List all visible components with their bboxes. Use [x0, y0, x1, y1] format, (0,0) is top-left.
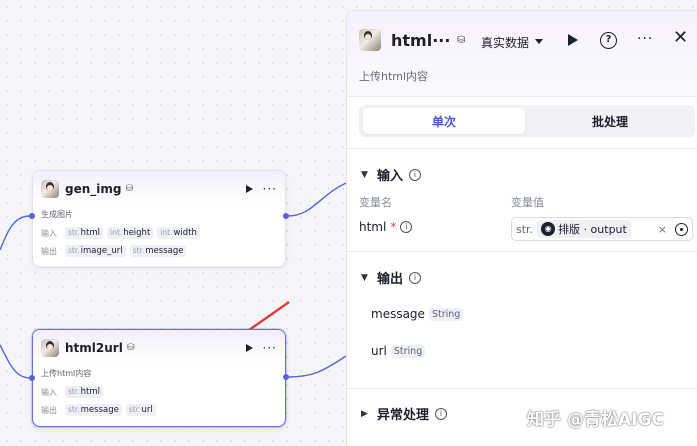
- play-icon[interactable]: [245, 185, 253, 193]
- input-port[interactable]: [29, 375, 35, 381]
- info-icon[interactable]: i: [409, 271, 422, 284]
- panel-title[interactable]: html···: [391, 31, 450, 50]
- avatar-icon: [41, 339, 59, 357]
- node-header: html2url ⛁ ···: [33, 330, 285, 366]
- chevron-right-icon: ▶: [361, 408, 368, 419]
- variable-value-field[interactable]: str. ◉ 排版 · output ×: [511, 217, 693, 241]
- input-section-header[interactable]: ▼ 输入 i: [361, 165, 422, 184]
- node-inputs: 输入 str.html: [33, 383, 285, 401]
- watermark-site: 知乎: [527, 410, 561, 430]
- inputs-label: 输入: [41, 387, 57, 397]
- node-html2url[interactable]: html2url ⛁ ··· 上传html内容 输入 str.html 输出 s…: [32, 329, 286, 427]
- section-title: 输入: [377, 169, 404, 184]
- play-icon[interactable]: [245, 344, 253, 352]
- input-chip: str.html: [65, 386, 104, 398]
- wire-left-html2url: [0, 344, 31, 379]
- outputs-label: 输出: [41, 405, 57, 415]
- input-port[interactable]: [29, 213, 35, 219]
- node-outputs: 输出 str.image_url str.message: [33, 242, 285, 260]
- close-icon[interactable]: ✕: [673, 29, 688, 47]
- panel-subtitle: 上传html内容: [359, 70, 429, 83]
- run-mode-tabs: 单次 批处理: [359, 105, 695, 137]
- output-chip: str.message: [129, 245, 187, 257]
- type-badge: String: [390, 344, 426, 358]
- input-chip: str.html: [65, 227, 104, 239]
- divider: [347, 148, 697, 149]
- info-icon[interactable]: i: [435, 407, 448, 420]
- more-icon[interactable]: ···: [263, 342, 277, 354]
- node-inputs: 输入 str.html int.height int.width: [33, 224, 285, 242]
- avatar-icon: [359, 29, 381, 51]
- output-item: message String: [371, 307, 464, 321]
- outputs-label: 输出: [41, 246, 57, 256]
- play-icon[interactable]: [568, 34, 578, 46]
- node-gen-img[interactable]: gen_img ⛁ ··· 生成图片 输入 str.html int.heigh…: [32, 170, 286, 267]
- divider: [347, 388, 697, 389]
- node-ref-icon: ◉: [541, 222, 556, 236]
- database-icon: ⛁: [457, 35, 466, 46]
- node-detail-panel: html··· ⛁ 真实数据 ? ··· ✕ 上传html内容 单次 批处理 ▼…: [346, 10, 697, 446]
- chevron-down-icon: ▼: [361, 169, 368, 180]
- type-badge: String: [428, 307, 464, 321]
- required-mark: *: [390, 220, 397, 234]
- input-chip: int.width: [157, 227, 200, 239]
- tab-batch[interactable]: 批处理: [529, 108, 691, 134]
- output-section-header[interactable]: ▼ 输出 i: [361, 268, 422, 287]
- more-icon[interactable]: ···: [637, 31, 653, 47]
- chevron-down-icon: ▼: [361, 272, 368, 283]
- target-icon[interactable]: [675, 222, 688, 236]
- database-icon: ⛁: [125, 184, 134, 194]
- tab-single[interactable]: 单次: [363, 108, 525, 134]
- node-outputs: 输出 str.message str.url: [33, 401, 285, 419]
- wire-html2url-right: [287, 355, 347, 378]
- section-title: 异常处理: [377, 408, 430, 423]
- more-icon[interactable]: ···: [263, 183, 277, 195]
- divider: [347, 251, 697, 252]
- variable-name: html * i: [359, 220, 413, 234]
- reference-chip[interactable]: ◉ 排版 · output: [537, 220, 631, 238]
- data-mode-select[interactable]: 真实数据: [481, 34, 529, 51]
- output-port[interactable]: [283, 213, 289, 219]
- node-description: 上传html内容: [41, 369, 92, 378]
- panel-header: html··· ⛁ 真实数据 ? ··· ✕ 上传html内容: [347, 11, 697, 97]
- database-icon: ⛁: [126, 343, 135, 353]
- output-chip: str.url: [125, 404, 156, 416]
- error-section-header[interactable]: ▶ 异常处理 i: [361, 404, 448, 423]
- info-icon[interactable]: i: [400, 221, 413, 233]
- output-chip: str.image_url: [65, 245, 126, 257]
- output-chip: str.message: [65, 404, 122, 416]
- watermark: 知乎 @青松AIGC: [527, 405, 664, 430]
- info-icon[interactable]: i: [409, 168, 422, 181]
- input-chip: int.height: [107, 227, 154, 239]
- watermark-author: @青松AIGC: [567, 410, 664, 430]
- column-label: 变量值: [511, 196, 544, 209]
- help-icon[interactable]: ?: [600, 32, 617, 49]
- node-title: gen_img: [65, 182, 122, 196]
- inputs-label: 输入: [41, 228, 57, 238]
- clear-icon[interactable]: ×: [658, 223, 667, 236]
- node-header: gen_img ⛁ ···: [33, 171, 285, 207]
- wire-left-gen-img: [0, 215, 31, 251]
- node-title: html2url: [65, 341, 123, 355]
- chevron-down-icon[interactable]: [535, 39, 543, 44]
- output-port[interactable]: [283, 374, 289, 380]
- avatar-icon: [41, 180, 59, 198]
- value-type: str.: [516, 222, 534, 236]
- section-title: 输出: [377, 272, 404, 287]
- output-item: url String: [371, 344, 426, 358]
- node-description: 生成图片: [41, 210, 73, 219]
- wire-gen-img-right: [287, 182, 347, 217]
- column-label: 变量名: [359, 196, 392, 209]
